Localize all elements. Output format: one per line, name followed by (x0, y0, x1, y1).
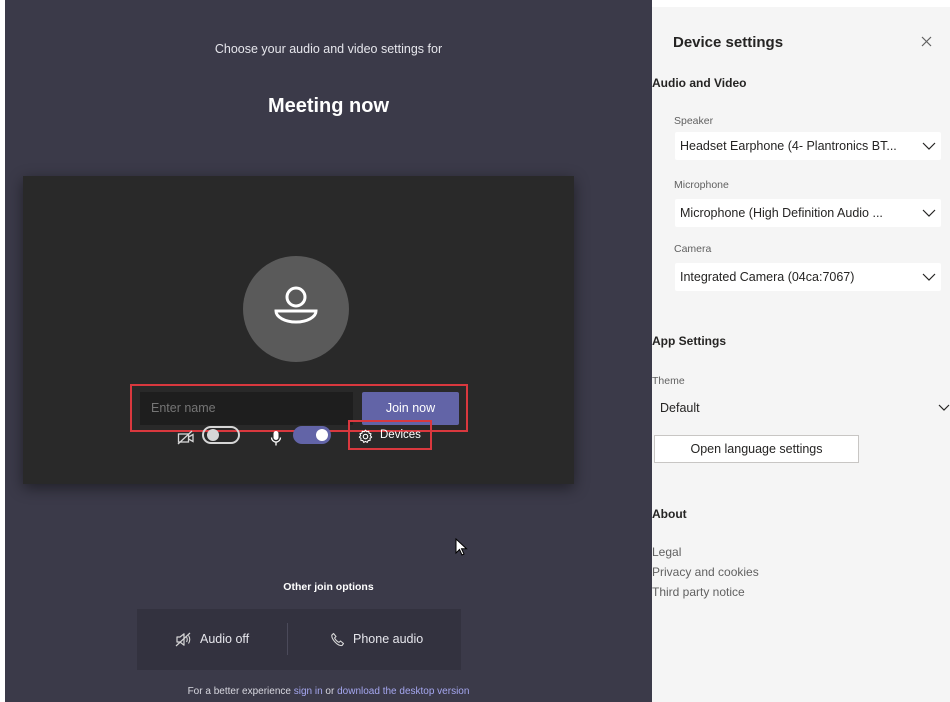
phone-audio-option[interactable]: Phone audio (330, 609, 423, 670)
camera-dropdown[interactable]: Integrated Camera (04ca:7067) (675, 263, 941, 291)
panel-title: Device settings (673, 34, 784, 51)
meeting-title: Meeting now (267, 95, 390, 117)
speaker-dropdown[interactable]: Headset Earphone (4- Plantronics BT... (675, 132, 941, 160)
chevron-down-icon (922, 209, 936, 217)
camera-label: Camera (674, 243, 712, 255)
speaker-label: Speaker (674, 115, 714, 127)
device-settings-panel: Device settings Audio and Video Speaker … (652, 7, 950, 702)
footer-text: For a better experience sign in or downl… (5, 686, 652, 697)
speaker-value: Headset Earphone (4- Plantronics BT... (680, 139, 897, 153)
download-desktop-link[interactable]: download the desktop version (337, 686, 469, 697)
speaker-off-icon (175, 632, 191, 647)
other-join-options: Audio off Phone audio (137, 609, 461, 670)
theme-label: Theme (652, 375, 685, 387)
media-controls: Devices (23, 420, 574, 460)
third-party-notice-link[interactable]: Third party notice (652, 585, 745, 599)
chevron-down-icon (922, 273, 936, 281)
audio-off-label: Audio off (200, 632, 250, 646)
devices-label: Devices (380, 429, 421, 441)
other-join-options-label: Other join options (283, 581, 374, 593)
microphone-icon (270, 431, 282, 446)
microphone-dropdown[interactable]: Microphone (High Definition Audio ... (675, 199, 941, 227)
microphone-toggle-knob (316, 429, 328, 441)
gear-icon (358, 429, 373, 443)
camera-toggle[interactable] (202, 426, 240, 444)
theme-dropdown[interactable]: Default (660, 401, 700, 415)
open-language-settings-button[interactable]: Open language settings (654, 435, 859, 463)
mouse-cursor-icon (455, 538, 468, 556)
phone-icon (331, 633, 345, 647)
audio-off-option[interactable]: Audio off (175, 609, 249, 670)
microphone-label: Microphone (674, 179, 729, 191)
camera-toggle-knob (207, 429, 219, 441)
video-preview-card: Join now (23, 176, 574, 484)
chevron-down-icon (922, 142, 936, 150)
camera-off-icon (177, 430, 194, 445)
chevron-down-icon[interactable] (938, 404, 950, 411)
audio-video-heading: Audio and Video (652, 76, 747, 90)
privacy-link[interactable]: Privacy and cookies (652, 565, 759, 579)
legal-link[interactable]: Legal (652, 545, 681, 559)
app-settings-heading: App Settings (652, 334, 726, 348)
close-icon[interactable] (921, 36, 932, 47)
choose-settings-text: Choose your audio and video settings for (214, 42, 443, 56)
sign-in-link[interactable]: sign in (294, 686, 323, 697)
footer-or: or (322, 686, 338, 697)
phone-audio-label: Phone audio (353, 632, 424, 646)
footer-prefix: For a better experience (187, 686, 294, 697)
avatar (243, 256, 349, 362)
camera-value: Integrated Camera (04ca:7067) (680, 270, 855, 284)
about-heading: About (652, 507, 687, 521)
devices-button[interactable]: Devices (348, 420, 432, 450)
microphone-toggle[interactable] (293, 426, 331, 444)
microphone-value: Microphone (High Definition Audio ... (680, 206, 883, 220)
person-icon (274, 286, 318, 324)
options-divider (287, 623, 288, 655)
prejoin-screen: Choose your audio and video settings for… (5, 0, 652, 702)
